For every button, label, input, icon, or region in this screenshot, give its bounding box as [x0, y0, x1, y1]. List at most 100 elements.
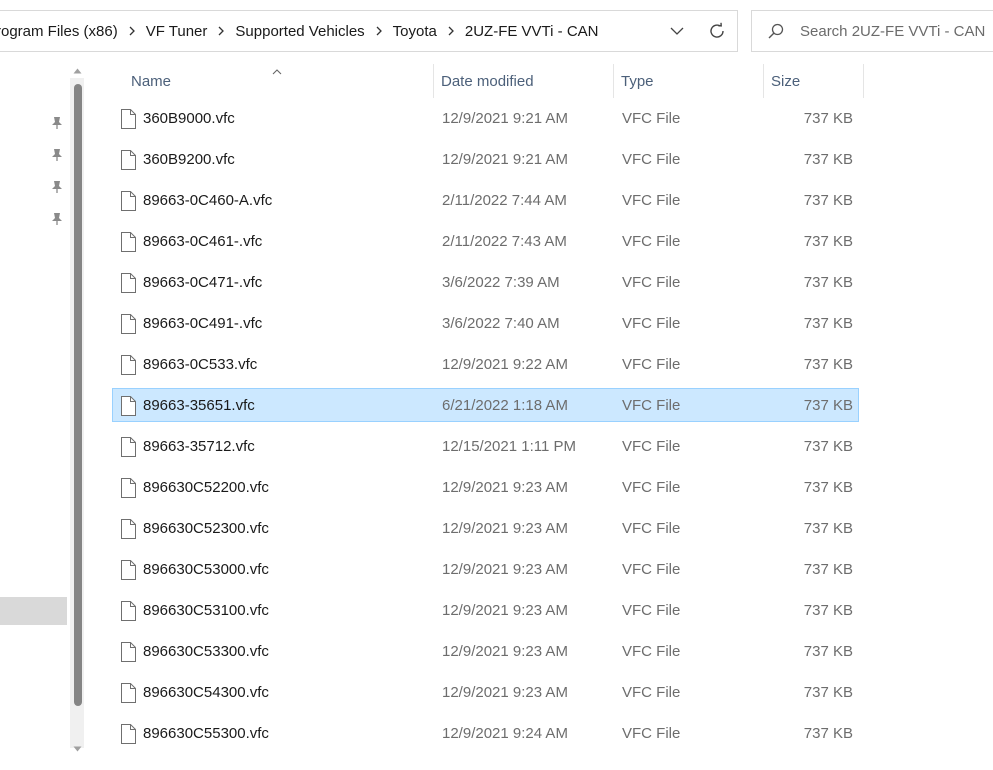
pin-icon[interactable] — [50, 212, 64, 226]
chevron-down-icon[interactable] — [657, 11, 697, 51]
column-header-name-label: Name — [131, 72, 172, 90]
file-type: VFC File — [622, 109, 681, 127]
file-type: VFC File — [622, 601, 681, 619]
address-bar[interactable]: rogram Files (x86) VF Tuner Supported Ve… — [0, 10, 738, 52]
file-date-modified: 12/9/2021 9:21 AM — [442, 150, 568, 168]
file-row[interactable]: 360B9200.vfc 12/9/2021 9:21 AM VFC File 737… — [112, 142, 859, 176]
file-date-modified: 12/9/2021 9:23 AM — [442, 601, 568, 619]
breadcrumb-item-program-files[interactable]: rogram Files (x86) — [0, 23, 120, 40]
file-icon — [120, 478, 136, 498]
search-input[interactable] — [800, 22, 990, 40]
chevron-right-icon[interactable] — [367, 26, 391, 36]
file-type: VFC File — [622, 683, 681, 701]
file-type: VFC File — [622, 642, 681, 660]
file-size: 737 KB — [803, 396, 853, 414]
file-date-modified: 12/9/2021 9:23 AM — [442, 642, 568, 660]
file-row[interactable]: 89663-0C491-.vfc 3/6/2022 7:40 AM VFC File… — [112, 306, 859, 340]
file-date-modified: 12/9/2021 9:23 AM — [442, 560, 568, 578]
chevron-right-icon[interactable] — [209, 26, 233, 36]
file-type: VFC File — [622, 560, 681, 578]
file-icon — [120, 355, 136, 375]
file-date-modified: 12/9/2021 9:21 AM — [442, 109, 568, 127]
file-icon — [120, 109, 136, 129]
file-size: 737 KB — [803, 191, 853, 209]
breadcrumb-item-toyota[interactable]: Toyota — [391, 23, 439, 40]
file-date-modified: 12/9/2021 9:23 AM — [442, 683, 568, 701]
file-type: VFC File — [622, 314, 681, 332]
breadcrumb-item-current-folder[interactable]: 2UZ-FE VVTi - CAN — [463, 23, 601, 40]
file-row[interactable]: 896630C52200.vfc 12/9/2021 9:23 AM VFC Fil… — [112, 470, 859, 504]
file-name: 89663-35712.vfc — [143, 437, 255, 455]
column-header-type[interactable]: Type — [614, 64, 763, 98]
sort-ascending-icon — [272, 62, 282, 79]
file-row[interactable]: 896630C53100.vfc 12/9/2021 9:23 AM VFC Fil… — [112, 593, 859, 627]
column-header-date-modified[interactable]: Date modified — [434, 64, 613, 98]
search-icon — [752, 23, 800, 39]
file-row[interactable]: 360B9000.vfc 12/9/2021 9:21 AM VFC File 737… — [112, 101, 859, 135]
file-row[interactable]: 896630C53300.vfc 12/9/2021 9:23 AM VFC Fil… — [112, 634, 859, 668]
file-icon — [120, 560, 136, 580]
file-size: 737 KB — [803, 683, 853, 701]
file-date-modified: 2/11/2022 7:44 AM — [442, 191, 567, 209]
column-header-row: Name Date modified Type Size — [112, 64, 864, 98]
file-type: VFC File — [622, 150, 681, 168]
nav-pane-selected-item[interactable] — [0, 597, 67, 625]
file-row[interactable]: 89663-0C533.vfc 12/9/2021 9:22 AM VFC File… — [112, 347, 859, 381]
file-name: 896630C52300.vfc — [143, 519, 269, 537]
file-name: 360B9200.vfc — [143, 150, 235, 168]
file-type: VFC File — [622, 232, 681, 250]
file-row[interactable]: 89663-35712.vfc 12/15/2021 1:11 PM VFC Fil… — [112, 429, 859, 463]
column-header-date-label: Date modified — [441, 72, 534, 90]
file-name: 89663-0C471-.vfc — [143, 273, 263, 291]
pin-icon[interactable] — [50, 116, 64, 130]
file-date-modified: 12/9/2021 9:22 AM — [442, 355, 568, 373]
scroll-up-arrow-icon[interactable] — [70, 64, 84, 78]
file-type: VFC File — [622, 273, 681, 291]
breadcrumb: rogram Files (x86) VF Tuner Supported Ve… — [0, 23, 657, 40]
file-size: 737 KB — [803, 519, 853, 537]
pin-icon[interactable] — [50, 148, 64, 162]
file-icon — [120, 683, 136, 703]
column-header-type-label: Type — [621, 72, 654, 90]
file-icon — [120, 232, 136, 252]
scroll-down-arrow-icon[interactable] — [70, 742, 84, 756]
file-size: 737 KB — [803, 478, 853, 496]
file-name: 896630C53000.vfc — [143, 560, 269, 578]
file-name: 896630C52200.vfc — [143, 478, 269, 496]
file-row[interactable]: 896630C53000.vfc 12/9/2021 9:23 AM VFC Fil… — [112, 552, 859, 586]
file-size: 737 KB — [803, 724, 853, 742]
search-box[interactable] — [751, 10, 993, 52]
breadcrumb-item-supported-vehicles[interactable]: Supported Vehicles — [233, 23, 366, 40]
file-size: 737 KB — [803, 109, 853, 127]
scrollbar-thumb[interactable] — [74, 84, 82, 706]
file-icon — [120, 191, 136, 211]
file-row[interactable]: 896630C54300.vfc 12/9/2021 9:23 AM VFC Fil… — [112, 675, 859, 709]
file-size: 737 KB — [803, 601, 853, 619]
file-row[interactable]: 896630C52300.vfc 12/9/2021 9:23 AM VFC Fil… — [112, 511, 859, 545]
breadcrumb-item-vf-tuner[interactable]: VF Tuner — [144, 23, 210, 40]
file-type: VFC File — [622, 478, 681, 496]
file-size: 737 KB — [803, 355, 853, 373]
column-header-name[interactable]: Name — [112, 64, 433, 98]
file-row[interactable]: 896630C55300.vfc 12/9/2021 9:24 AM VFC Fil… — [112, 716, 859, 750]
refresh-icon[interactable] — [697, 11, 737, 51]
file-name: 89663-0C491-.vfc — [143, 314, 263, 332]
file-row-selected[interactable]: 89663-35651.vfc 6/21/2022 1:18 AM VFC File… — [112, 388, 859, 422]
column-divider[interactable] — [863, 64, 864, 98]
file-row[interactable]: 89663-0C471-.vfc 3/6/2022 7:39 AM VFC File… — [112, 265, 859, 299]
file-row[interactable]: 89663-0C460-A.vfc 2/11/2022 7:44 AM VFC Fi… — [112, 183, 859, 217]
file-icon — [120, 273, 136, 293]
file-date-modified: 12/9/2021 9:23 AM — [442, 519, 568, 537]
pin-icon[interactable] — [50, 180, 64, 194]
column-header-size[interactable]: Size — [764, 64, 863, 98]
file-type: VFC File — [622, 724, 681, 742]
file-name: 896630C53100.vfc — [143, 601, 269, 619]
file-size: 737 KB — [803, 232, 853, 250]
file-row[interactable]: 89663-0C461-.vfc 2/11/2022 7:43 AM VFC Fil… — [112, 224, 859, 258]
chevron-right-icon[interactable] — [120, 26, 144, 36]
file-size: 737 KB — [803, 560, 853, 578]
chevron-right-icon[interactable] — [439, 26, 463, 36]
file-date-modified: 12/15/2021 1:11 PM — [442, 437, 576, 455]
file-date-modified: 3/6/2022 7:39 AM — [442, 273, 560, 291]
file-icon — [120, 519, 136, 539]
